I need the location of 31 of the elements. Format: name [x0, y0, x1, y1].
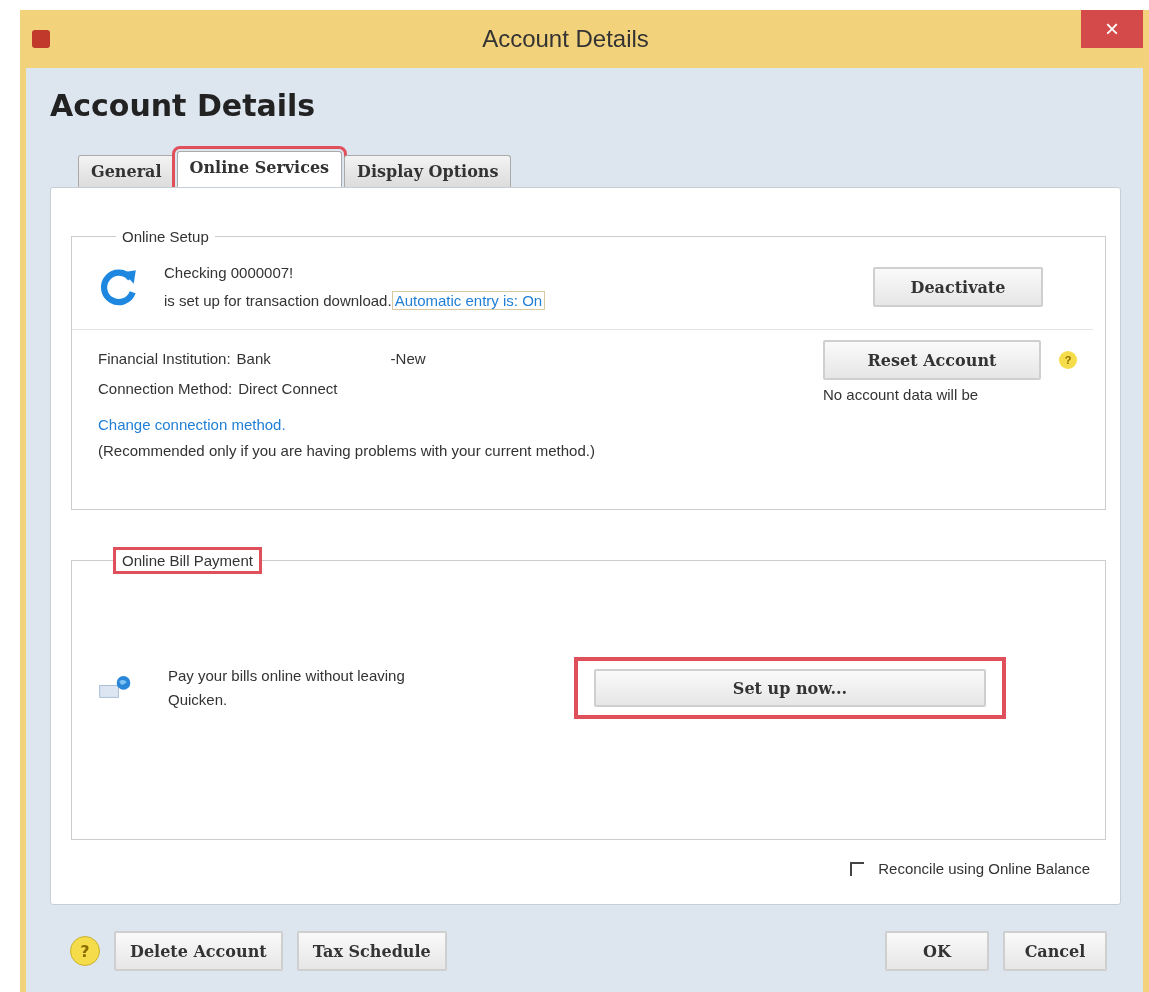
field-label: Connection Method:: [98, 380, 233, 397]
field-value: -New: [390, 350, 426, 367]
account-name: Checking 0000007!: [164, 263, 295, 283]
app-logo-icon: [32, 30, 50, 48]
change-connection-link[interactable]: Change connection method.: [98, 416, 286, 433]
checkbox-icon[interactable]: [850, 861, 865, 876]
footer-button[interactable]: Delete Account: [114, 931, 283, 971]
tab[interactable]: Display Options: [344, 155, 512, 187]
reset-note: No account data will be: [823, 386, 980, 403]
help-icon[interactable]: ?: [1059, 351, 1077, 369]
bill-globe-icon: [98, 675, 132, 701]
recommendation-note: (Recommended only if you are having problems with your current method.): [98, 441, 596, 461]
deactivate-button[interactable]: Deactivate: [873, 267, 1043, 307]
status-text: is set up for transaction download.: [164, 292, 392, 309]
group-label: Online Setup: [121, 227, 210, 247]
field-value: Bank: [236, 349, 272, 369]
window-title: Account Details: [481, 25, 650, 53]
tab[interactable]: General: [78, 155, 175, 187]
footer-button[interactable]: OK: [885, 931, 989, 971]
close-button[interactable]: ×: [1081, 10, 1143, 48]
group-label: Online Bill Payment: [116, 550, 259, 571]
bill-payment-description: Pay your bills online without leaving Quicken.: [168, 666, 406, 710]
field-label: Financial Institution:: [98, 350, 231, 367]
set-up-now-button[interactable]: Set up now...: [594, 669, 986, 707]
footer-button[interactable]: Cancel: [1003, 931, 1107, 971]
dialog-heading: Account Details: [50, 88, 317, 123]
footer-button[interactable]: Tax Schedule: [296, 931, 447, 971]
help-icon[interactable]: ?: [70, 936, 100, 966]
field-value: Direct Connect: [238, 380, 338, 397]
reset-account-button[interactable]: Reset Account: [823, 340, 1041, 380]
automatic-entry-link[interactable]: Automatic entry is: On: [391, 291, 546, 310]
